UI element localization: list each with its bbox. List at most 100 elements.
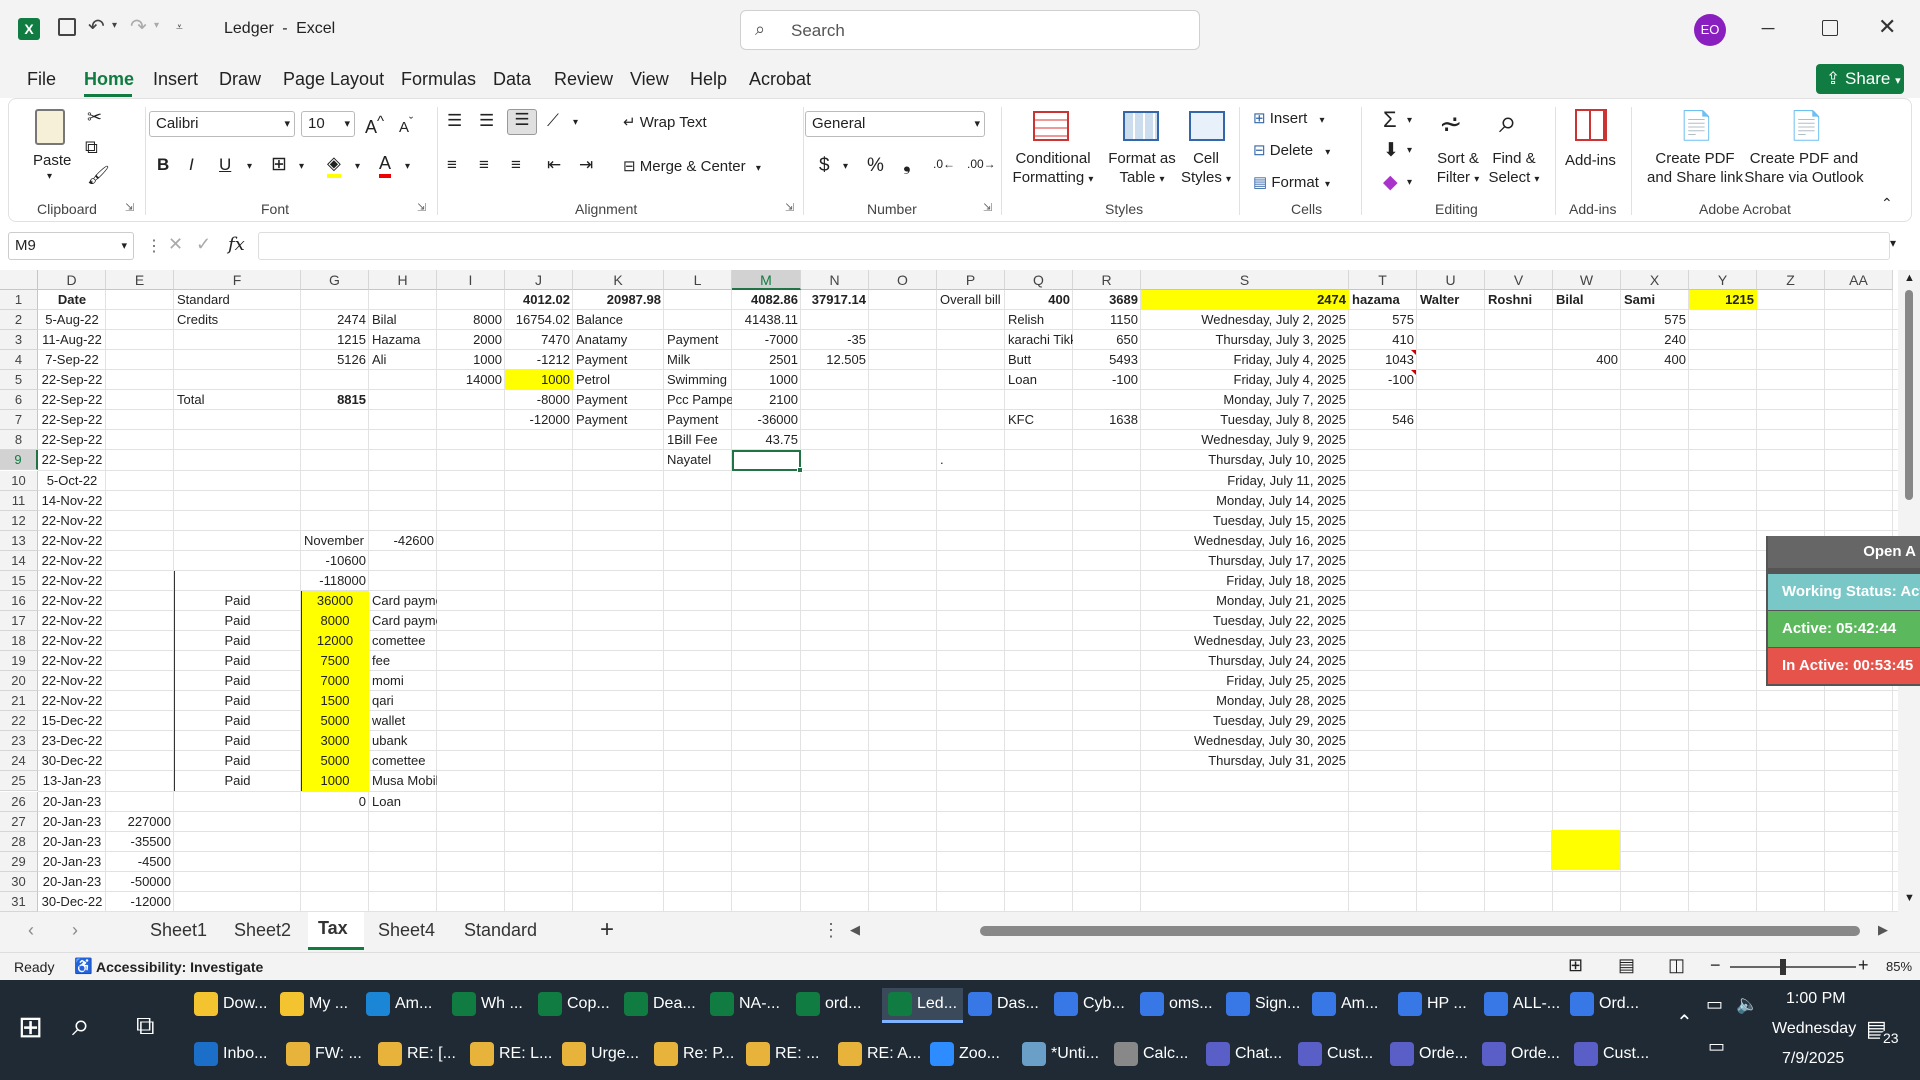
zoom-level[interactable]: 85% bbox=[1886, 959, 1912, 974]
clock-date[interactable]: 7/9/2025 bbox=[1782, 1050, 1844, 1068]
row-header-21[interactable]: 21 bbox=[0, 691, 38, 712]
cell-g26[interactable]: 0 bbox=[301, 792, 369, 812]
taskbar-app[interactable]: Ord... bbox=[1570, 992, 1639, 1016]
cell-d31[interactable]: 30-Dec-22 bbox=[38, 892, 106, 912]
cell-j4[interactable]: -1212 bbox=[505, 350, 573, 370]
cell-d12[interactable]: 22-Nov-22 bbox=[38, 511, 106, 531]
cell-s4[interactable]: Friday, July 4, 2025 bbox=[1141, 350, 1349, 370]
clear-dropdown-icon[interactable]: ▾ bbox=[1407, 177, 1412, 188]
cell-d30[interactable]: 20-Jan-23 bbox=[38, 872, 106, 892]
cell-d19[interactable]: 22-Nov-22 bbox=[38, 651, 106, 671]
cell-s19[interactable]: Thursday, July 24, 2025 bbox=[1141, 651, 1349, 671]
cell-f1[interactable]: Standard bbox=[174, 290, 301, 310]
cell-h26[interactable]: Loan bbox=[369, 792, 437, 812]
taskbar-app[interactable]: Am... bbox=[366, 992, 432, 1016]
alignment-launcher-icon[interactable]: ⇲ bbox=[785, 201, 794, 214]
previous-sheet-icon[interactable]: ‹ bbox=[28, 920, 34, 941]
cell-h17[interactable]: Card payment 2 bbox=[369, 611, 437, 631]
taskbar-app[interactable]: Urge... bbox=[562, 1042, 639, 1066]
row-header-31[interactable]: 31 bbox=[0, 891, 38, 912]
menu-data[interactable]: Data bbox=[493, 69, 531, 90]
cell-g16[interactable]: 36000 bbox=[301, 590, 369, 611]
cell-s16[interactable]: Monday, July 21, 2025 bbox=[1141, 591, 1349, 611]
cell-g23[interactable]: 3000 bbox=[301, 731, 369, 752]
cell-d3[interactable]: 11-Aug-22 bbox=[38, 330, 106, 350]
column-header-d[interactable]: D bbox=[38, 270, 106, 290]
cell-d25[interactable]: 13-Jan-23 bbox=[38, 771, 106, 791]
cell-m6[interactable]: 2100 bbox=[732, 390, 801, 410]
paste-button[interactable]: Paste bbox=[33, 151, 71, 170]
bold-button[interactable]: B bbox=[157, 155, 169, 175]
fill-dropdown-icon[interactable]: ▾ bbox=[1407, 145, 1412, 156]
cell-s20[interactable]: Friday, July 25, 2025 bbox=[1141, 671, 1349, 691]
sort-filter-button[interactable]: Sort & Filter ▾ bbox=[1429, 149, 1487, 189]
align-center-icon[interactable]: ≡ bbox=[479, 155, 489, 175]
column-header-s[interactable]: S bbox=[1141, 270, 1349, 290]
cell-m7[interactable]: -36000 bbox=[732, 410, 801, 430]
cell-k6[interactable]: Payment bbox=[573, 390, 664, 410]
column-header-aa[interactable]: AA bbox=[1825, 270, 1893, 290]
cell-d4[interactable]: 7-Sep-22 bbox=[38, 350, 106, 370]
italic-button[interactable]: I bbox=[189, 155, 194, 175]
font-color-icon[interactable]: A bbox=[379, 153, 392, 178]
cell-h19[interactable]: fee bbox=[369, 651, 437, 671]
cell-g24[interactable]: 5000 bbox=[301, 751, 369, 772]
selected-cell[interactable] bbox=[732, 450, 801, 471]
cell-u1[interactable]: Walter bbox=[1417, 290, 1485, 310]
cell-s23[interactable]: Wednesday, July 30, 2025 bbox=[1141, 731, 1349, 751]
row-header-5[interactable]: 5 bbox=[0, 370, 38, 391]
cell-d5[interactable]: 22-Sep-22 bbox=[38, 370, 106, 390]
cell-f18[interactable]: Paid bbox=[174, 631, 301, 651]
cell-d13[interactable]: 22-Nov-22 bbox=[38, 531, 106, 551]
comment-indicator[interactable] bbox=[1411, 370, 1416, 376]
cell-d14[interactable]: 22-Nov-22 bbox=[38, 551, 106, 571]
cell-s10[interactable]: Friday, July 11, 2025 bbox=[1141, 471, 1349, 491]
cell-g25[interactable]: 1000 bbox=[301, 771, 369, 792]
tab-sheet1[interactable]: Sheet1 bbox=[150, 920, 207, 941]
cell-q2[interactable]: Relish bbox=[1005, 310, 1073, 330]
cell-n1[interactable]: 37917.14 bbox=[801, 290, 869, 310]
taskbar-app[interactable]: Sign... bbox=[1226, 992, 1300, 1016]
cell-d27[interactable]: 20-Jan-23 bbox=[38, 812, 106, 832]
cell-q5[interactable]: Loan bbox=[1005, 370, 1073, 390]
tab-options-icon[interactable]: ⋮ bbox=[822, 920, 840, 941]
undo-icon[interactable]: ↶ bbox=[88, 14, 105, 39]
redo-dropdown-icon[interactable]: ▾ bbox=[154, 20, 159, 31]
cell-h21[interactable]: qari bbox=[369, 691, 437, 711]
taskbar-app[interactable]: Re: P... bbox=[654, 1042, 734, 1066]
cell-f17[interactable]: Paid bbox=[174, 611, 301, 631]
insert-cells-button[interactable]: ⊞ Insert ▾ bbox=[1253, 109, 1324, 127]
cell-l4[interactable]: Milk bbox=[664, 350, 732, 370]
cell-k4[interactable]: Payment bbox=[573, 350, 664, 370]
cell-e30[interactable]: -50000 bbox=[106, 872, 174, 892]
increase-decimal-icon[interactable]: .0← bbox=[933, 157, 955, 171]
create-pdf-outlook-button[interactable]: Create PDF and Share via Outlook bbox=[1741, 149, 1867, 187]
restore-button[interactable] bbox=[1822, 20, 1838, 36]
cell-l6[interactable]: Pcc Pamper bbox=[664, 390, 732, 410]
wrap-text-button[interactable]: ↵ Wrap Text bbox=[623, 113, 707, 131]
column-header-p[interactable]: P bbox=[937, 270, 1005, 290]
taskbar-app[interactable]: RE: L... bbox=[470, 1042, 552, 1066]
taskbar-app[interactable]: Zoo... bbox=[930, 1042, 1000, 1066]
accessibility-status[interactable]: Accessibility: Investigate bbox=[96, 959, 263, 975]
taskbar-app[interactable]: ALL-... bbox=[1484, 992, 1560, 1016]
cell-g18[interactable]: 12000 bbox=[301, 631, 369, 652]
font-size-select[interactable]: 10 ▾ bbox=[301, 111, 355, 137]
format-cells-button[interactable]: ▤ Format ▾ bbox=[1253, 173, 1330, 191]
cell-s21[interactable]: Monday, July 28, 2025 bbox=[1141, 691, 1349, 711]
cell-s7[interactable]: Tuesday, July 8, 2025 bbox=[1141, 410, 1349, 430]
cell-d16[interactable]: 22-Nov-22 bbox=[38, 591, 106, 611]
find-select-button[interactable]: Find & Select ▾ bbox=[1483, 149, 1545, 189]
column-header-i[interactable]: I bbox=[437, 270, 505, 290]
cell-s15[interactable]: Friday, July 18, 2025 bbox=[1141, 571, 1349, 591]
comma-icon[interactable]: ❟ bbox=[903, 153, 911, 176]
spreadsheet-grid[interactable]: D E F G H I J K L M N O P Q R S T U V W X Y Z AA 1 2 3 4 5 6 7 8 9 10 11 1… bbox=[0, 270, 1920, 912]
cell-l3[interactable]: Payment bbox=[664, 330, 732, 350]
cell-s8[interactable]: Wednesday, July 9, 2025 bbox=[1141, 430, 1349, 450]
column-header-o[interactable]: O bbox=[869, 270, 937, 290]
taskbar-app[interactable]: Cop... bbox=[538, 992, 610, 1016]
cell-f25[interactable]: Paid bbox=[174, 771, 301, 791]
increase-font-icon[interactable]: A^ bbox=[365, 113, 384, 138]
cell-g6[interactable]: 8815 bbox=[301, 390, 369, 410]
cell-k1[interactable]: 20987.98 bbox=[573, 290, 664, 310]
